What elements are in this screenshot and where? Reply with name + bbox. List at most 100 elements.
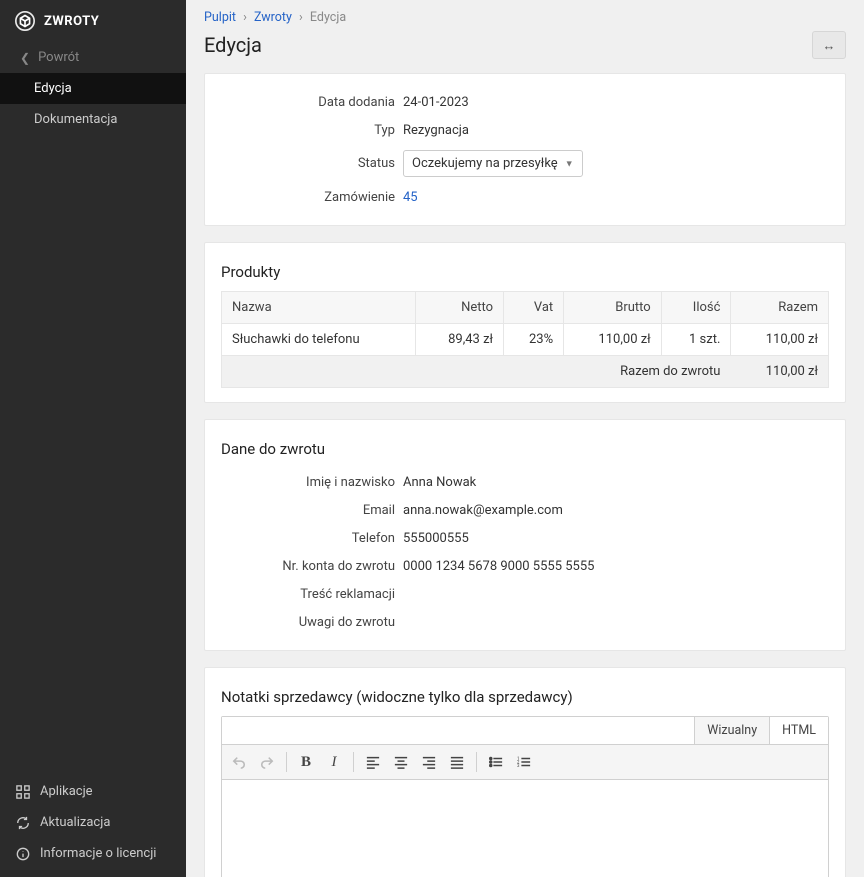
editor-textarea[interactable] <box>222 780 828 877</box>
sidebar-back-label: Powrót <box>38 50 79 65</box>
label-status: Status <box>221 156 403 171</box>
align-right-button[interactable] <box>416 749 442 775</box>
seller-notes-panel: Notatki sprzedawcy (widoczne tylko dla s… <box>204 667 846 877</box>
sidebar-update-label: Aktualizacja <box>40 815 110 830</box>
arrows-horizontal-icon: ↔ <box>823 38 836 53</box>
col-qty: Ilość <box>661 292 731 324</box>
box-icon <box>14 10 36 32</box>
col-gross: Brutto <box>564 292 662 324</box>
label-account: Nr. konta do zwrotu <box>221 559 403 574</box>
align-right-icon <box>422 755 436 769</box>
main: Pulpit › Zwroty › Edycja Edycja ↔ Data d… <box>186 0 864 877</box>
undo-icon <box>232 755 246 769</box>
align-center-icon <box>394 755 408 769</box>
return-data-panel: Dane do zwrotu Imię i nazwisko Anna Nowa… <box>204 419 846 651</box>
sidebar: ZWROTY ❮ Powrót Edycja Dokumentacja Apli… <box>0 0 186 877</box>
status-select-value: Oczekujemy na przesyłkę <box>412 156 558 171</box>
sidebar-license-label: Informacje o licencji <box>40 846 156 861</box>
cell-name: Słuchawki do telefonu <box>222 324 416 356</box>
return-data-heading: Dane do zwrotu <box>221 440 829 458</box>
align-left-icon <box>366 755 380 769</box>
label-fullname: Imię i nazwisko <box>221 475 403 490</box>
value-type: Rezygnacja <box>403 123 469 138</box>
seller-notes-heading: Notatki sprzedawcy (widoczne tylko dla s… <box>221 688 829 706</box>
list-ol-icon: 123 <box>517 755 531 769</box>
sidebar-update[interactable]: Aktualizacja <box>0 807 186 838</box>
cell-qty: 1 szt. <box>661 324 731 356</box>
label-type: Typ <box>221 123 403 138</box>
svg-text:3: 3 <box>517 764 520 769</box>
col-name: Nazwa <box>222 292 416 324</box>
label-date-added: Data dodania <box>221 95 403 110</box>
refresh-icon <box>16 816 30 830</box>
chevron-left-icon: ❮ <box>20 51 30 65</box>
table-header-row: Nazwa Netto Vat Brutto Ilość Razem <box>222 292 829 324</box>
sidebar-apps[interactable]: Aplikacje <box>0 776 186 807</box>
col-net: Netto <box>416 292 504 324</box>
footer-value: 110,00 zł <box>731 356 829 388</box>
value-account: 0000 1234 5678 9000 5555 5555 <box>403 559 594 574</box>
col-vat: Vat <box>504 292 564 324</box>
details-panel: Data dodania 24-01-2023 Typ Rezygnacja S… <box>204 73 846 226</box>
cell-total: 110,00 zł <box>731 324 829 356</box>
brand: ZWROTY <box>0 0 186 42</box>
breadcrumb-zwroty[interactable]: Zwroty <box>254 10 292 25</box>
sidebar-item-dokumentacja[interactable]: Dokumentacja <box>0 104 186 135</box>
grid-icon <box>16 785 30 799</box>
align-left-button[interactable] <box>360 749 386 775</box>
col-total: Razem <box>731 292 829 324</box>
cell-vat: 23% <box>504 324 564 356</box>
cell-gross: 110,00 zł <box>564 324 662 356</box>
align-center-button[interactable] <box>388 749 414 775</box>
align-justify-icon <box>450 755 464 769</box>
number-list-button[interactable]: 123 <box>511 749 537 775</box>
status-select[interactable]: Oczekujemy na przesyłkę ▼ <box>403 150 583 177</box>
bold-button[interactable]: B <box>293 749 319 775</box>
products-table: Nazwa Netto Vat Brutto Ilość Razem Słuch… <box>221 291 829 388</box>
sidebar-item-label: Dokumentacja <box>34 112 117 127</box>
label-email: Email <box>221 503 403 518</box>
page-title: Edycja <box>204 33 262 57</box>
info-icon <box>16 847 30 861</box>
sidebar-apps-label: Aplikacje <box>40 784 93 799</box>
footer-label: Razem do zwrotu <box>222 356 731 388</box>
breadcrumb-sep: › <box>243 10 247 25</box>
editor-tab-visual[interactable]: Wizualny <box>694 717 769 744</box>
list-ul-icon <box>489 755 503 769</box>
label-order: Zamówienie <box>221 190 403 205</box>
label-complaint: Treść reklamacji <box>221 587 403 602</box>
align-justify-button[interactable] <box>444 749 470 775</box>
sidebar-item-label: Edycja <box>34 81 72 96</box>
editor-tab-html[interactable]: HTML <box>769 717 828 744</box>
italic-icon: I <box>332 754 337 771</box>
breadcrumb-sep: › <box>299 10 303 25</box>
sidebar-back[interactable]: ❮ Powrót <box>0 42 186 73</box>
sidebar-item-edycja[interactable]: Edycja <box>0 73 186 104</box>
sidebar-license[interactable]: Informacje o licencji <box>0 838 186 869</box>
brand-name: ZWROTY <box>44 14 99 29</box>
value-email: anna.nowak@example.com <box>403 503 563 518</box>
cell-net: 89,43 zł <box>416 324 504 356</box>
label-remarks: Uwagi do zwrotu <box>221 615 403 630</box>
caret-down-icon: ▼ <box>565 158 574 169</box>
bold-icon: B <box>301 754 311 771</box>
products-heading: Produkty <box>221 263 829 281</box>
value-fullname: Anna Nowak <box>403 475 476 490</box>
table-footer-row: Razem do zwrotu 110,00 zł <box>222 356 829 388</box>
products-panel: Produkty Nazwa Netto Vat Brutto Ilość Ra… <box>204 242 846 403</box>
italic-button[interactable]: I <box>321 749 347 775</box>
label-phone: Telefon <box>221 531 403 546</box>
breadcrumb: Pulpit › Zwroty › Edycja <box>204 10 846 25</box>
redo-icon <box>260 755 274 769</box>
rich-editor: Wizualny HTML B I <box>221 716 829 877</box>
redo-button[interactable] <box>254 749 280 775</box>
value-phone: 555000555 <box>403 531 469 546</box>
bullet-list-button[interactable] <box>483 749 509 775</box>
undo-button[interactable] <box>226 749 252 775</box>
breadcrumb-pulpit[interactable]: Pulpit <box>204 10 236 25</box>
expand-button[interactable]: ↔ <box>812 31 846 59</box>
breadcrumb-current: Edycja <box>310 10 346 25</box>
editor-toolbar: B I <box>222 745 828 780</box>
table-row: Słuchawki do telefonu 89,43 zł 23% 110,0… <box>222 324 829 356</box>
order-link[interactable]: 45 <box>403 190 418 205</box>
